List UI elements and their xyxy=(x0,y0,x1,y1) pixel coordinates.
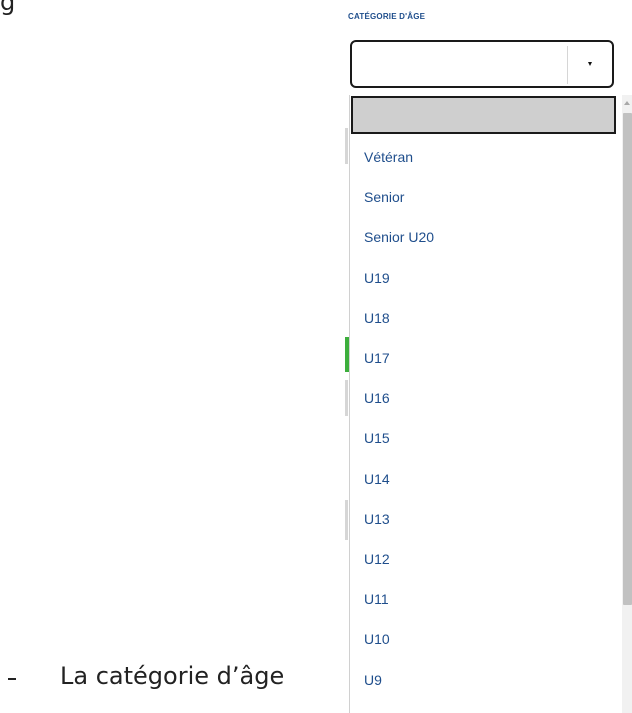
dropdown-option[interactable]: U13 xyxy=(364,511,390,527)
age-category-select[interactable] xyxy=(350,40,614,88)
dropdown-option[interactable]: Vétéran xyxy=(364,149,413,165)
dropdown-option[interactable]: U14 xyxy=(364,471,390,487)
dropdown-option[interactable]: U11 xyxy=(364,591,389,607)
document-text-fragment: g xyxy=(0,0,16,16)
age-category-label: CATÉGORIE D'ÂGE xyxy=(348,12,426,21)
dropdown-option[interactable]: U15 xyxy=(364,430,390,446)
dropdown-option[interactable]: U19 xyxy=(364,270,390,286)
dropdown-option[interactable]: U12 xyxy=(364,551,390,567)
page-edge-marker xyxy=(345,128,348,164)
bullet-dash xyxy=(8,678,16,680)
dropdown-option[interactable]: Senior U20 xyxy=(364,229,434,245)
page-edge-marker xyxy=(345,380,348,416)
dropdown-option[interactable]: U17 xyxy=(364,350,390,366)
dropdown-option[interactable]: U10 xyxy=(364,631,390,647)
dropdown-option[interactable]: U18 xyxy=(364,310,390,326)
age-category-dropdown-list[interactable]: Vétéran Senior Senior U20 U19 U18 U17 U16 U15 U1… xyxy=(349,95,632,713)
scrollbar-thumb[interactable] xyxy=(623,113,632,605)
page-edge-marker xyxy=(345,500,348,540)
blank-option-highlighted[interactable] xyxy=(351,96,616,134)
document-bullet-text: La catégorie d’âge xyxy=(60,662,285,690)
page: g CATÉGORIE D'ÂGE Vétéran Senior Senior U2… xyxy=(0,0,632,713)
scroll-up-arrow-icon[interactable] xyxy=(624,101,630,105)
dropdown-option[interactable]: Senior xyxy=(364,189,404,205)
dropdown-option[interactable]: U9 xyxy=(364,672,382,688)
chevron-down-icon[interactable] xyxy=(568,42,612,86)
dropdown-scrollbar[interactable] xyxy=(622,95,632,713)
dropdown-option[interactable]: U16 xyxy=(364,390,390,406)
